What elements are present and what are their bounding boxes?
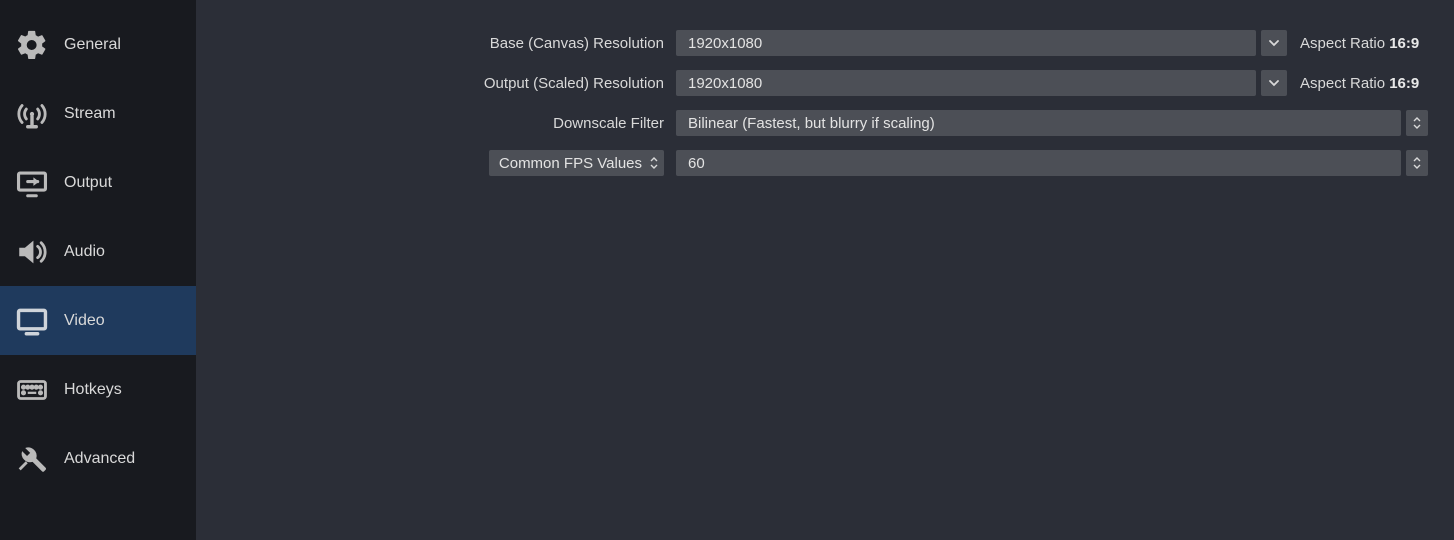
output-resolution-row: Output (Scaled) Resolution 1920x1080 Asp… xyxy=(196,68,1428,98)
chevron-down-icon xyxy=(1413,164,1421,169)
fps-type-label: Common FPS Values xyxy=(499,155,642,172)
sidebar-item-output[interactable]: Output xyxy=(0,148,196,217)
output-resolution-dropdown-button[interactable] xyxy=(1261,70,1287,96)
base-resolution-dropdown-button[interactable] xyxy=(1261,30,1287,56)
output-resolution-combobox[interactable]: 1920x1080 xyxy=(676,70,1256,96)
gear-icon xyxy=(12,28,52,62)
stepper-icon xyxy=(650,157,658,169)
base-resolution-label: Base (Canvas) Resolution xyxy=(196,35,676,52)
output-icon xyxy=(12,166,52,200)
sidebar-item-label: Stream xyxy=(64,105,116,123)
downscale-filter-stepper[interactable] xyxy=(1406,110,1428,136)
chevron-down-icon xyxy=(1268,77,1280,89)
settings-sidebar: General Stream Output Audio Video Hotkey… xyxy=(0,0,196,540)
sidebar-item-label: Output xyxy=(64,174,112,192)
speaker-icon xyxy=(12,235,52,269)
sidebar-item-audio[interactable]: Audio xyxy=(0,217,196,286)
sidebar-item-hotkeys[interactable]: Hotkeys xyxy=(0,355,196,424)
tools-icon xyxy=(12,442,52,476)
output-resolution-label: Output (Scaled) Resolution xyxy=(196,75,676,92)
downscale-filter-select[interactable]: Bilinear (Fastest, but blurry if scaling… xyxy=(676,110,1401,136)
video-settings-panel: Base (Canvas) Resolution 1920x1080 Aspec… xyxy=(196,0,1454,540)
chevron-down-icon xyxy=(1413,124,1421,129)
sidebar-item-label: Video xyxy=(64,312,105,330)
output-aspect-ratio: Aspect Ratio 16:9 xyxy=(1292,75,1428,92)
fps-row: Common FPS Values 60 xyxy=(196,148,1428,178)
chevron-down-icon xyxy=(1268,37,1280,49)
sidebar-item-label: General xyxy=(64,36,121,54)
chevron-up-icon xyxy=(1413,157,1421,162)
keyboard-icon xyxy=(12,373,52,407)
fps-value-stepper[interactable] xyxy=(1406,150,1428,176)
sidebar-item-video[interactable]: Video xyxy=(0,286,196,355)
sidebar-item-general[interactable]: General xyxy=(0,10,196,79)
monitor-icon xyxy=(12,304,52,338)
sidebar-item-label: Hotkeys xyxy=(64,381,122,399)
base-resolution-combobox[interactable]: 1920x1080 xyxy=(676,30,1256,56)
sidebar-item-advanced[interactable]: Advanced xyxy=(0,424,196,493)
downscale-filter-label: Downscale Filter xyxy=(196,115,676,132)
antenna-icon xyxy=(12,97,52,131)
base-aspect-ratio: Aspect Ratio 16:9 xyxy=(1292,35,1428,52)
fps-value-select[interactable]: 60 xyxy=(676,150,1401,176)
fps-type-selector[interactable]: Common FPS Values xyxy=(489,150,664,176)
base-resolution-row: Base (Canvas) Resolution 1920x1080 Aspec… xyxy=(196,28,1428,58)
sidebar-item-label: Advanced xyxy=(64,450,135,468)
downscale-filter-row: Downscale Filter Bilinear (Fastest, but … xyxy=(196,108,1428,138)
sidebar-item-stream[interactable]: Stream xyxy=(0,79,196,148)
chevron-up-icon xyxy=(1413,117,1421,122)
sidebar-item-label: Audio xyxy=(64,243,105,261)
